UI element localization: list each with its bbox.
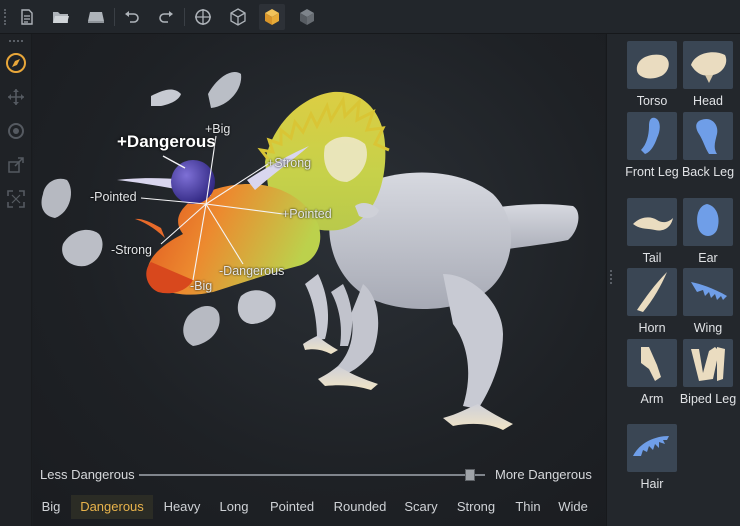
part-label: Head xyxy=(693,94,723,108)
part-label: Wing xyxy=(693,321,723,335)
blend-label-big-neg[interactable]: -Big xyxy=(190,279,212,293)
tool-strip-grip[interactable] xyxy=(9,40,23,43)
top-toolbar xyxy=(0,0,740,34)
blend-label-strong-neg[interactable]: -Strong xyxy=(111,243,152,257)
shaded-cube-icon[interactable] xyxy=(294,4,320,30)
part-label: Front Leg xyxy=(625,165,679,179)
attribute-slider-thumb[interactable] xyxy=(464,469,475,481)
slider-min-label: Less Dangerous xyxy=(40,467,135,482)
part-head[interactable]: Head xyxy=(683,41,733,109)
tail-icon xyxy=(627,198,677,246)
ear-icon xyxy=(683,198,733,246)
tab-long[interactable]: Long xyxy=(213,495,255,519)
attribute-slider-track[interactable] xyxy=(139,474,485,476)
preview-skull-shape[interactable] xyxy=(41,178,72,218)
attribute-slider-row: Less Dangerous More Dangerous xyxy=(33,464,605,486)
part-ear[interactable]: Ear xyxy=(683,198,733,266)
arm-icon xyxy=(627,339,677,387)
target-view-icon[interactable] xyxy=(190,4,216,30)
preview-crest-shape[interactable] xyxy=(208,72,242,108)
part-label: Ear xyxy=(698,251,718,265)
tab-scary[interactable]: Scary xyxy=(399,495,443,519)
undo-icon[interactable] xyxy=(119,4,145,30)
tab-wide[interactable]: Wide xyxy=(552,495,594,519)
move-icon[interactable] xyxy=(5,86,27,108)
redo-icon[interactable] xyxy=(153,4,179,30)
tab-heavy[interactable]: Heavy xyxy=(157,495,207,519)
tab-dangerous[interactable]: Dangerous xyxy=(71,495,153,519)
preview-snout-shape[interactable] xyxy=(237,290,276,324)
front-leg-icon xyxy=(627,112,677,160)
part-tail[interactable]: Tail xyxy=(627,198,677,266)
part-arm[interactable]: Arm xyxy=(627,339,677,407)
parts-panel-grip[interactable] xyxy=(610,270,613,284)
part-label: Back Leg xyxy=(681,165,735,179)
blend-sphere[interactable] xyxy=(171,160,215,204)
torso-icon xyxy=(627,41,677,89)
tab-strong[interactable]: Strong xyxy=(449,495,503,519)
part-label: Hair xyxy=(640,477,664,491)
part-label: Horn xyxy=(638,321,666,335)
horn-icon xyxy=(627,268,677,316)
blend-label-pointed-pos[interactable]: +Pointed xyxy=(282,207,332,221)
blend-label-dangerous-neg[interactable]: -Dangerous xyxy=(219,264,284,278)
left-tool-strip xyxy=(0,34,32,526)
toolbar-divider xyxy=(184,8,185,26)
part-label: Torso xyxy=(636,94,668,108)
part-horn[interactable]: Horn xyxy=(627,268,677,336)
rotate-icon[interactable] xyxy=(5,120,27,142)
hair-icon xyxy=(627,424,677,472)
preview-horn-shape[interactable] xyxy=(151,89,181,106)
tab-thin[interactable]: Thin xyxy=(510,495,546,519)
part-label: Biped Leg xyxy=(679,392,737,406)
part-torso[interactable]: Torso xyxy=(627,41,677,109)
scale-icon[interactable] xyxy=(5,154,27,176)
fit-view-icon[interactable] xyxy=(5,188,27,210)
part-label: Tail xyxy=(642,251,662,265)
part-wing[interactable]: Wing xyxy=(683,268,733,336)
solid-cube-icon[interactable] xyxy=(259,4,285,30)
back-leg-icon xyxy=(683,112,733,160)
save-icon[interactable] xyxy=(83,4,109,30)
part-front-leg[interactable]: Front Leg xyxy=(625,112,679,180)
part-biped-leg[interactable]: Biped Leg xyxy=(680,339,736,407)
toolbar-grip[interactable] xyxy=(4,9,7,25)
parts-panel: Torso Head Front Leg Back Leg Tail Ear H… xyxy=(606,34,740,526)
tab-big[interactable]: Big xyxy=(36,495,66,519)
blend-main-label: +Dangerous xyxy=(117,132,216,151)
wireframe-cube-icon[interactable] xyxy=(225,4,251,30)
toolbar-divider xyxy=(114,8,115,26)
tab-rounded[interactable]: Rounded xyxy=(327,495,393,519)
compass-icon[interactable] xyxy=(5,52,27,74)
tab-pointed[interactable]: Pointed xyxy=(261,495,323,519)
head-icon xyxy=(683,41,733,89)
biped-leg-icon xyxy=(683,339,733,387)
part-back-leg[interactable]: Back Leg xyxy=(682,112,734,180)
wing-icon xyxy=(683,268,733,316)
preview-head-shape[interactable] xyxy=(62,229,103,267)
preview-jaw-shape[interactable] xyxy=(183,305,220,346)
blend-label-big-pos[interactable]: +Big xyxy=(205,122,230,136)
3d-viewport[interactable]: +Dangerous +Big +Strong +Pointed -Pointe… xyxy=(33,34,605,526)
new-document-icon[interactable] xyxy=(14,4,40,30)
blend-label-pointed-neg[interactable]: -Pointed xyxy=(90,190,137,204)
attribute-tabs: Big Dangerous Heavy Long Pointed Rounded… xyxy=(33,493,605,521)
part-hair[interactable]: Hair xyxy=(627,424,677,492)
blend-label-strong-pos[interactable]: +Strong xyxy=(267,156,311,170)
open-folder-icon[interactable] xyxy=(48,4,74,30)
slider-max-label: More Dangerous xyxy=(495,467,592,482)
part-label: Arm xyxy=(640,392,664,406)
